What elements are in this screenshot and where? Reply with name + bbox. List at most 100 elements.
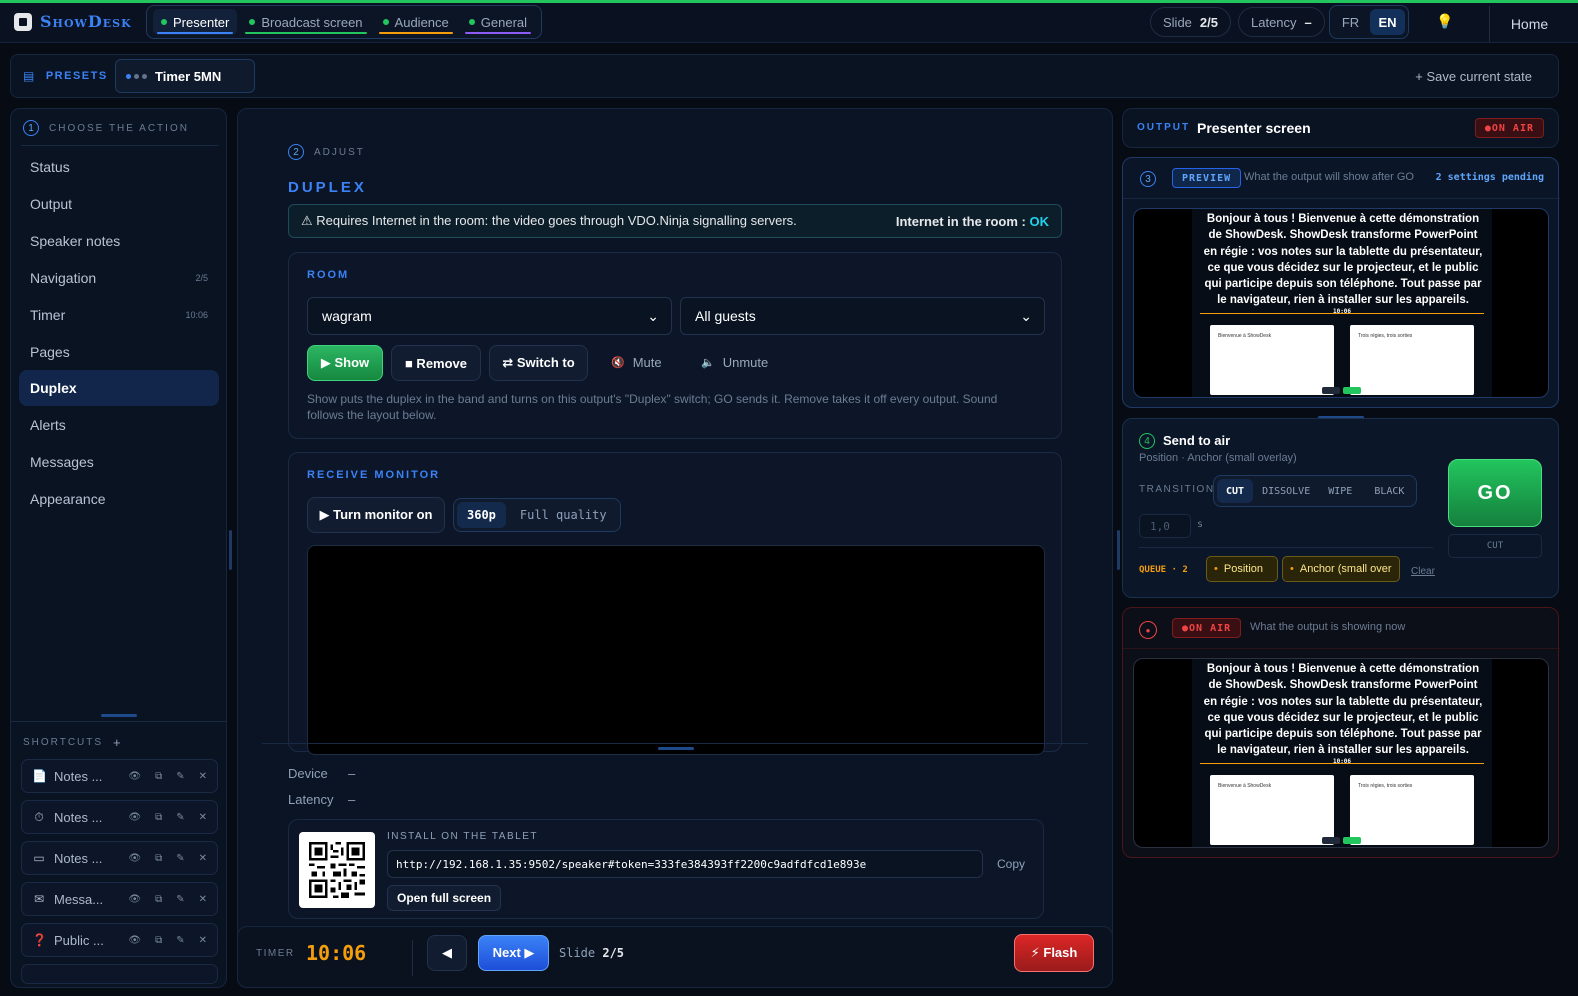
status-dot-icon [161, 19, 167, 25]
turn-monitor-on-button[interactable]: ▶ Turn monitor on [307, 497, 445, 533]
lightbulb-icon[interactable]: 💡 [1436, 13, 1453, 30]
tab-presenter[interactable]: Presenter [153, 9, 238, 35]
sidebar-item-output[interactable]: Output [19, 186, 219, 222]
tab-broadcast-screen[interactable]: Broadcast screen [241, 9, 370, 35]
shortcut-label: Notes ... [54, 768, 103, 784]
eye-icon[interactable]: 👁 [128, 771, 141, 782]
next-slide-button[interactable]: Next ▶ [478, 935, 549, 971]
go-button[interactable]: GO [1448, 459, 1542, 527]
sidebar-item-navigation[interactable]: Navigation 2/5 [19, 260, 219, 296]
resize-handle[interactable] [101, 714, 137, 717]
lang-en-button[interactable]: EN [1370, 9, 1405, 35]
show-button[interactable]: ▶ Show [307, 345, 383, 381]
slide-thumbnail: Trois régies, trois sorties [1350, 775, 1474, 845]
screen-icon: ▭ [33, 851, 45, 865]
transition-wipe[interactable]: WIPE [1319, 479, 1361, 503]
eye-icon[interactable]: 👁 [128, 894, 141, 905]
eye-icon[interactable]: 👁 [128, 935, 141, 946]
open-full-screen-button[interactable]: Open full screen [387, 885, 502, 911]
sidebar-item-appearance[interactable]: Appearance [19, 481, 219, 517]
sidebar-item-label: Speaker notes [30, 233, 121, 249]
unmute-button[interactable]: 🔈 Unmute [701, 355, 768, 370]
duplicate-icon[interactable]: ⧉ [155, 894, 162, 905]
previous-slide-button[interactable]: ◀ [427, 935, 467, 971]
duration-input[interactable]: 1,0 [1139, 514, 1191, 538]
close-icon[interactable]: ✕ [199, 771, 207, 782]
transition-dissolve[interactable]: DISSOLVE [1257, 479, 1315, 503]
shortcut-item[interactable] [21, 964, 218, 984]
room-select[interactable]: wagram ⌄ [307, 297, 672, 335]
output-resize-handle[interactable] [1117, 530, 1120, 570]
tablet-url-field[interactable]: http://192.168.1.35:9502/speaker#token=3… [387, 850, 983, 878]
shortcut-item[interactable]: ▭ Notes ... 👁 ⧉ ✎ ✕ [21, 841, 218, 875]
edit-icon[interactable]: ✎ [176, 853, 184, 864]
duplicate-icon[interactable]: ⧉ [155, 812, 162, 823]
presets-label: PRESETS [45, 70, 108, 82]
slide-label: Slide [1163, 14, 1192, 30]
transition-cut[interactable]: CUT [1217, 479, 1254, 503]
close-icon[interactable]: ✕ [199, 935, 207, 946]
qr-code[interactable] [299, 832, 375, 908]
tab-underline [464, 32, 532, 34]
preview-screen: Bonjour à tous ! Bienvenue à cette démon… [1133, 208, 1549, 398]
close-icon[interactable]: ✕ [199, 853, 207, 864]
add-shortcut-button[interactable]: + [113, 735, 123, 750]
sidebar-item-messages[interactable]: Messages [19, 444, 219, 480]
duplicate-icon[interactable]: ⧉ [155, 853, 162, 864]
tab-label: General [480, 14, 528, 30]
duplicate-icon[interactable]: ⧉ [155, 771, 162, 782]
edit-icon[interactable]: ✎ [176, 935, 184, 946]
eye-icon[interactable]: 👁 [128, 812, 141, 823]
quality-full[interactable]: Full quality [510, 502, 617, 528]
sidebar-resize-handle[interactable] [229, 530, 232, 570]
copy-button[interactable]: Copy [997, 857, 1025, 871]
tab-label: Presenter [173, 14, 230, 30]
sidebar-item-speaker-notes[interactable]: Speaker notes [19, 223, 219, 259]
sidebar-item-status[interactable]: Status [19, 149, 219, 185]
device-value: – [348, 766, 356, 781]
quality-360p[interactable]: 360p [457, 502, 506, 528]
thumbnail-title: Trois régies, trois sorties [1358, 783, 1413, 789]
remove-button[interactable]: ■ Remove [391, 345, 481, 381]
on-air-label: ON AIR [1189, 622, 1232, 634]
switch-to-button[interactable]: ⇄ Switch to [489, 345, 588, 381]
sidebar-item-timer[interactable]: Timer 10:06 [19, 297, 219, 333]
status-dot-icon [382, 19, 389, 25]
shortcuts-header: SHORTCUTS + [23, 735, 123, 750]
edit-icon[interactable]: ✎ [176, 771, 184, 782]
queue-item[interactable]: • Anchor (small over [1282, 556, 1400, 582]
shortcut-item[interactable]: ❓ Public ... 👁 ⧉ ✎ ✕ [21, 923, 218, 957]
mute-button[interactable]: 🔇 Mute [611, 355, 662, 370]
lang-fr-button[interactable]: FR [1333, 9, 1368, 35]
sidebar-item-alerts[interactable]: Alerts [19, 407, 219, 443]
sidebar-item-pages[interactable]: Pages [19, 334, 219, 370]
duplicate-icon[interactable]: ⧉ [155, 935, 162, 946]
tab-general[interactable]: General [461, 9, 535, 35]
shortcut-item[interactable]: ✉ Messa... 👁 ⧉ ✎ ✕ [21, 882, 218, 916]
shortcut-item[interactable]: 📄 Notes ... 👁 ⧉ ✎ ✕ [21, 759, 218, 793]
latency-label: Latency [1251, 14, 1297, 30]
room-value: wagram [322, 308, 372, 324]
prev-mini-icon [1322, 387, 1340, 394]
sidebar-item-duplex[interactable]: Duplex [19, 370, 219, 406]
home-button[interactable]: Home [1489, 6, 1569, 42]
edit-icon[interactable]: ✎ [176, 894, 184, 905]
queue-item[interactable]: • Position [1206, 556, 1278, 582]
language-switch: FR EN [1329, 5, 1409, 39]
tab-audience[interactable]: Audience [375, 9, 457, 35]
close-icon[interactable]: ✕ [199, 894, 207, 905]
preset-chip[interactable]: Timer 5MN [115, 59, 255, 93]
save-current-state-button[interactable]: + Save current state [1415, 69, 1532, 84]
close-icon[interactable]: ✕ [199, 812, 207, 823]
app-logo[interactable]: ShowDesk [14, 12, 132, 31]
resize-handle[interactable] [658, 747, 694, 750]
clear-queue-button[interactable]: Clear [1411, 566, 1435, 577]
flash-button[interactable]: ⚡ Flash [1014, 934, 1094, 972]
on-air-description: What the output is showing now [1250, 621, 1406, 633]
shortcut-item[interactable]: ⏱ Notes ... 👁 ⧉ ✎ ✕ [21, 800, 218, 834]
eye-icon[interactable]: 👁 [128, 853, 141, 864]
guests-select[interactable]: All guests ⌄ [680, 297, 1045, 335]
transition-black[interactable]: BLACK [1365, 479, 1413, 503]
queue-item-label: Position [1223, 563, 1263, 575]
edit-icon[interactable]: ✎ [176, 812, 184, 823]
